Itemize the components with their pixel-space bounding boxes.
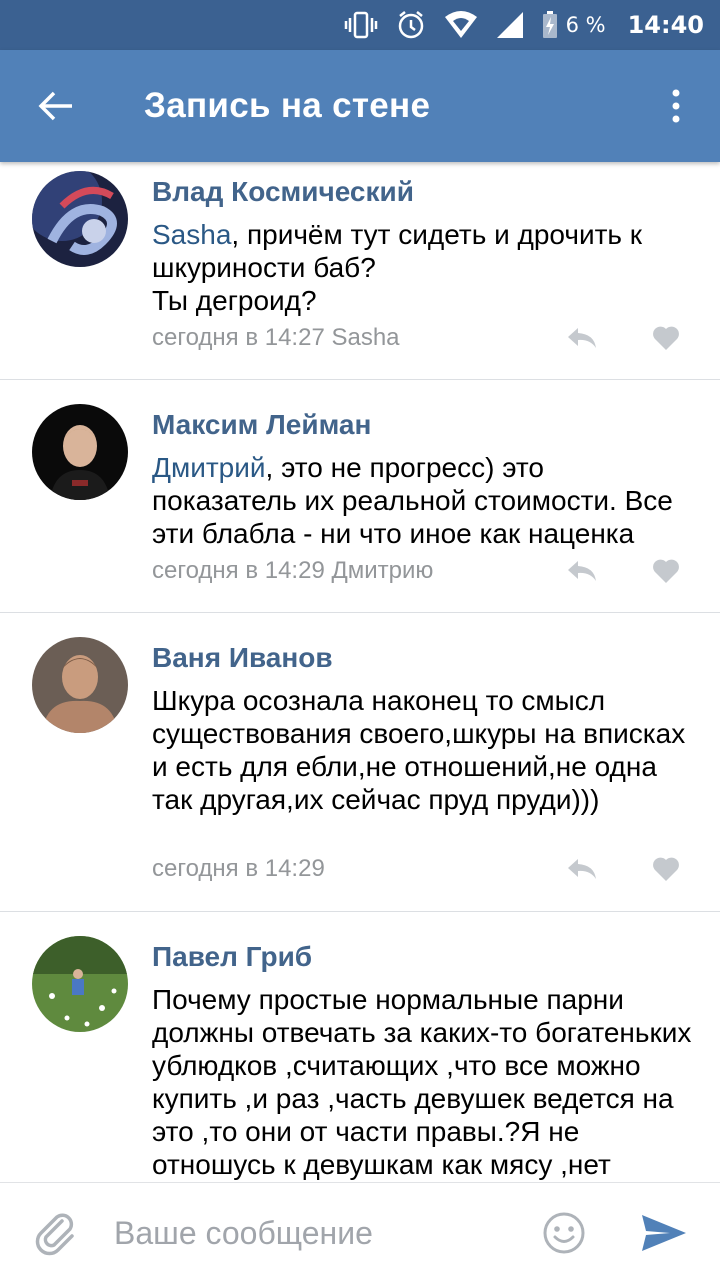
heart-icon (653, 559, 679, 583)
reply-icon (568, 561, 596, 581)
comment-meta: сегодня в 14:29 Дмитрию (152, 557, 434, 584)
smiley-icon (543, 1212, 585, 1254)
more-options-button[interactable] (632, 50, 720, 162)
attach-button[interactable] (32, 1209, 80, 1257)
avatar[interactable] (32, 404, 128, 500)
battery-icon (542, 11, 558, 39)
signal-icon (496, 11, 524, 39)
reply-button[interactable] (562, 322, 602, 354)
comment-item: Влад Космический Sasha, причём тут сидет… (0, 162, 720, 380)
reply-icon (568, 328, 596, 348)
comment-author[interactable]: Максим Лейман (152, 409, 371, 441)
vibrate-icon (344, 10, 378, 40)
comment-author[interactable]: Павел Гриб (152, 941, 312, 973)
message-input[interactable] (114, 1205, 514, 1261)
comment-meta: сегодня в 14:27 Sasha (152, 324, 400, 351)
mention-link[interactable]: Дмитрий (152, 452, 266, 483)
comment-item: Ваня Иванов Шкура осознала наконец то см… (0, 613, 720, 912)
heart-icon (653, 326, 679, 350)
app-bar: Запись на стене (0, 50, 720, 162)
comment-author[interactable]: Ваня Иванов (152, 642, 333, 674)
emoji-button[interactable] (542, 1211, 586, 1255)
battery-percent: 6 % (565, 13, 606, 37)
more-vertical-icon (672, 89, 680, 123)
comment-text: Шкура осознала наконец то смысл существо… (152, 685, 686, 815)
like-button[interactable] (648, 322, 684, 354)
reply-icon (568, 859, 596, 879)
message-composer (0, 1182, 720, 1280)
send-icon (642, 1215, 686, 1251)
comment-text: Почему простые нормальные парни должны о… (152, 984, 692, 1180)
heart-icon (653, 857, 679, 881)
comment-item: Павел Гриб Почему простые нормальные пар… (0, 912, 720, 1182)
like-button[interactable] (648, 853, 684, 885)
comment-text: Sasha, причём тут сидеть и дрочить к шку… (152, 218, 692, 317)
back-button[interactable] (0, 50, 112, 162)
reply-button[interactable] (562, 555, 602, 587)
avatar[interactable] (32, 936, 128, 1032)
status-bar: 6 % 14:40 (0, 0, 720, 50)
comment-item: Максим Лейман Дмитрий, это не прогресс) … (0, 380, 720, 613)
paperclip-icon (35, 1213, 74, 1256)
avatar[interactable] (32, 171, 128, 267)
wifi-icon (444, 11, 478, 39)
like-button[interactable] (648, 555, 684, 587)
alarm-icon (396, 10, 426, 40)
avatar[interactable] (32, 637, 128, 733)
reply-button[interactable] (562, 853, 602, 885)
mention-link[interactable]: Sasha (152, 219, 231, 250)
send-button[interactable] (640, 1213, 688, 1253)
comments-list[interactable]: Влад Космический Sasha, причём тут сидет… (0, 162, 720, 1182)
comment-author[interactable]: Влад Космический (152, 176, 414, 208)
page-title: Запись на стене (144, 86, 431, 125)
comment-text: Дмитрий, это не прогресс) это показатель… (152, 451, 692, 550)
comment-meta: сегодня в 14:29 (152, 855, 325, 882)
status-time: 14:40 (627, 11, 704, 39)
arrow-left-icon (38, 91, 72, 121)
